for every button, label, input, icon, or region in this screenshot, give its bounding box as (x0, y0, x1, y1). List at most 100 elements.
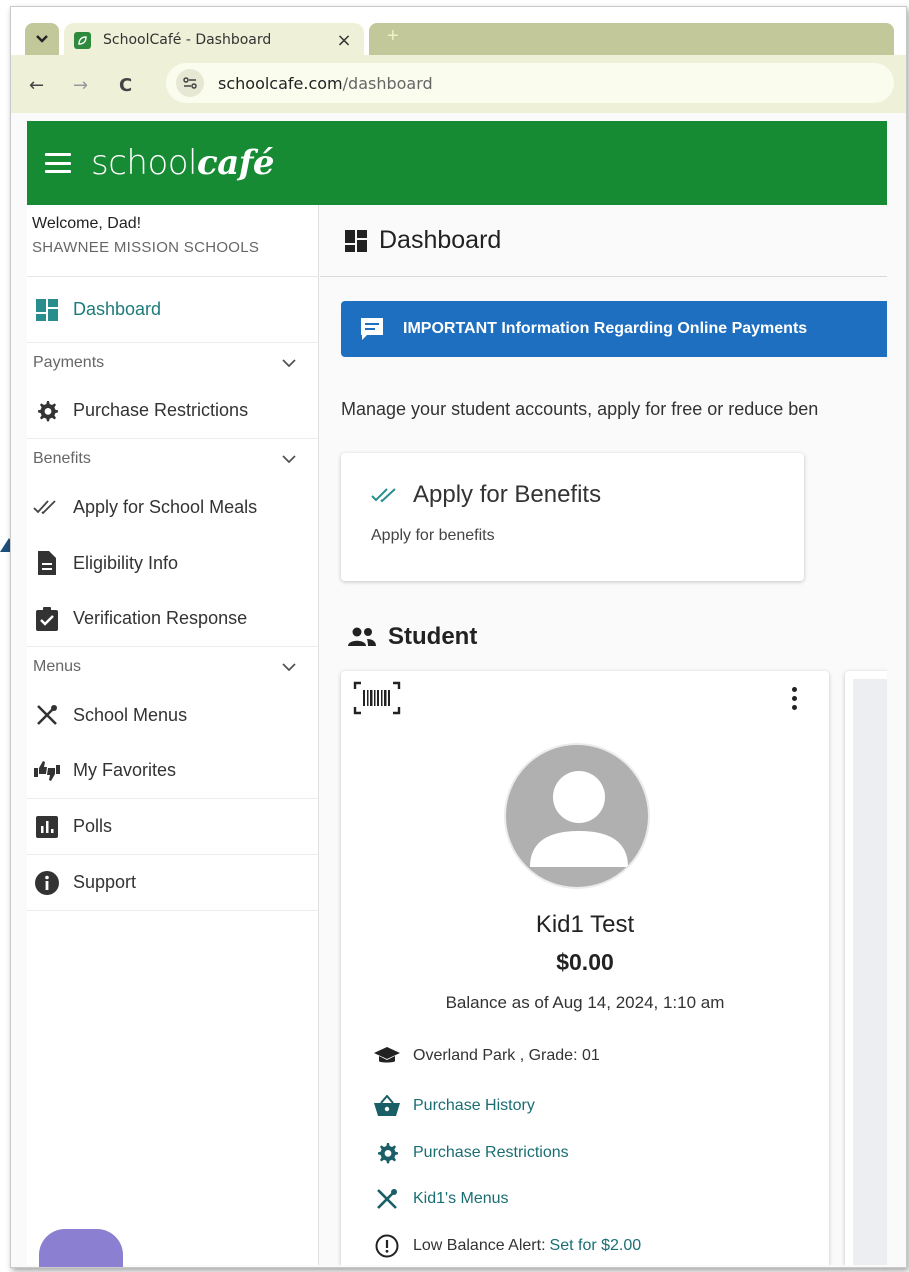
thumbs-up-down-icon (33, 759, 61, 783)
main-content: Dashboard IMPORTANT Information Regardin… (320, 205, 887, 1265)
back-button[interactable]: ← (29, 75, 44, 96)
sidebar-item-verification-response[interactable]: Verification Response (27, 591, 318, 647)
alert-circle-icon (373, 1234, 401, 1258)
tab-close-button[interactable]: × (334, 30, 354, 51)
tab-strip: SchoolCafé - Dashboard × + (11, 7, 906, 57)
sidebar-item-label: Verification Response (73, 608, 248, 628)
schoolcafe-favicon-icon (74, 31, 91, 49)
double-check-icon (33, 495, 61, 519)
logo-school-text: school (91, 143, 198, 183)
chevron-down-icon (36, 35, 48, 43)
welcome-panel: Welcome, Dad! SHAWNEE MISSION SCHOOLS (27, 205, 318, 277)
logo-cafe-text: café (197, 143, 275, 183)
low-balance-alert-row: Low Balance Alert: Set for $2.00 (373, 1234, 641, 1258)
next-student-card (845, 671, 887, 1265)
low-balance-label: Low Balance Alert: (413, 1237, 546, 1254)
sidebar-item-label: Support (73, 872, 137, 892)
chat-widget-button[interactable] (39, 1229, 123, 1267)
sidebar-item-school-menus[interactable]: School Menus (27, 687, 318, 743)
double-check-icon (371, 486, 403, 504)
card-title: Apply for Benefits (413, 481, 602, 508)
sidebar-section-menus[interactable]: Menus (27, 647, 318, 687)
clipboard-check-icon (33, 606, 61, 631)
sidebar-item-support[interactable]: Support (27, 855, 318, 911)
sidebar-item-dashboard[interactable]: Dashboard (27, 277, 318, 343)
reload-button[interactable]: C (119, 75, 132, 96)
section-label: Benefits (33, 450, 91, 467)
hamburger-menu-icon[interactable] (45, 153, 71, 173)
dashboard-icon (33, 298, 61, 322)
sidebar-item-label: School Menus (73, 704, 188, 725)
balance-date: Balance as of Aug 14, 2024, 1:10 am (445, 993, 725, 1012)
schoolcafe-logo[interactable]: schoolcafé (91, 143, 275, 183)
district-name: SHAWNEE MISSION SCHOOLS (32, 239, 260, 256)
utensils-icon (373, 1187, 401, 1211)
student-avatar (504, 743, 650, 889)
low-balance-setting-link[interactable]: Set for $2.00 (550, 1237, 642, 1255)
url-bar[interactable]: schoolcafe.com /dashboard (166, 63, 894, 103)
gear-icon (373, 1141, 401, 1165)
section-label: Menus (33, 658, 82, 675)
student-school: Overland Park , Grade: 01 (413, 1047, 600, 1064)
card-subtitle: Apply for benefits (371, 527, 495, 544)
sidebar-nav: Dashboard Payments Purchase Restrictions… (27, 277, 318, 911)
basket-icon (373, 1095, 401, 1117)
student-card: Kid1 Test $0.00 Balance as of Aug 14, 20… (341, 671, 829, 1265)
sidebar-item-label: Polls (73, 816, 113, 836)
new-tab-button[interactable]: + (387, 25, 399, 48)
student-purchase-restrictions-link[interactable]: Purchase Restrictions (373, 1141, 569, 1165)
graduation-cap-icon (373, 1047, 401, 1065)
url-host: schoolcafe.com (218, 73, 343, 93)
address-toolbar: ← → C schoolcafe.com /dashboard (11, 55, 906, 113)
document-icon (33, 551, 61, 575)
student-school-row: Overland Park , Grade: 01 (373, 1047, 600, 1065)
more-options-icon[interactable] (792, 687, 797, 710)
info-icon (33, 870, 61, 895)
poll-icon (33, 815, 61, 839)
apply-benefits-card[interactable]: Apply for Benefits Apply for benefits (341, 453, 804, 581)
tab-search-button[interactable] (25, 23, 59, 55)
barcode-icon[interactable] (353, 681, 401, 715)
intro-text: Manage your student accounts, apply for … (341, 399, 819, 419)
tab-title: SchoolCafé - Dashboard (103, 32, 272, 48)
page-title: Dashboard (379, 226, 502, 254)
browser-tab[interactable]: SchoolCafé - Dashboard × (64, 23, 364, 57)
section-label: Payments (33, 354, 105, 371)
student-heading-text: Student (388, 623, 478, 650)
site-settings-icon[interactable] (176, 69, 204, 97)
student-balance: $0.00 (556, 949, 614, 975)
sidebar-item-apply-school-meals[interactable]: Apply for School Meals (27, 479, 318, 535)
student-menus-link[interactable]: Kid1's Menus (373, 1187, 509, 1211)
sidebar-item-purchase-restrictions[interactable]: Purchase Restrictions (27, 383, 318, 439)
banner-text: IMPORTANT Information Regarding Online P… (403, 320, 808, 337)
student-name: Kid1 Test (535, 911, 635, 938)
gear-icon (33, 399, 61, 423)
sidebar-item-label: Purchase Restrictions (73, 400, 249, 420)
sidebar-item-eligibility-info[interactable]: Eligibility Info (27, 535, 318, 591)
message-icon (359, 316, 385, 342)
student-section-heading: Student (348, 623, 477, 651)
browser-window: SchoolCafé - Dashboard × + ← → C schoolc… (10, 6, 907, 1268)
chevron-down-icon (282, 359, 296, 367)
sidebar-section-payments[interactable]: Payments (27, 343, 318, 383)
link-label: Kid1's Menus (413, 1190, 509, 1207)
sidebar-item-label: Dashboard (73, 299, 162, 319)
app-header: schoolcafé (27, 121, 887, 205)
people-icon (348, 627, 376, 647)
sidebar-item-label: Apply for School Meals (73, 496, 258, 517)
forward-button[interactable]: → (73, 75, 88, 96)
sidebar-item-polls[interactable]: Polls (27, 799, 318, 855)
payments-info-banner[interactable]: IMPORTANT Information Regarding Online P… (341, 301, 887, 357)
purchase-history-link[interactable]: Purchase History (373, 1095, 535, 1117)
sidebar-item-my-favorites[interactable]: My Favorites (27, 743, 318, 799)
dashboard-icon (345, 229, 367, 252)
sidebar-item-label: My Favorites (73, 760, 177, 780)
chevron-down-icon (282, 455, 296, 463)
sidebar: Welcome, Dad! SHAWNEE MISSION SCHOOLS Da… (27, 205, 319, 1265)
chevron-down-icon (282, 663, 296, 671)
sidebar-item-label: Eligibility Info (73, 552, 179, 573)
link-label: Purchase History (413, 1097, 535, 1114)
tab-strip-fill: + (369, 23, 894, 55)
utensils-icon (33, 703, 61, 727)
sidebar-section-benefits[interactable]: Benefits (27, 439, 318, 479)
